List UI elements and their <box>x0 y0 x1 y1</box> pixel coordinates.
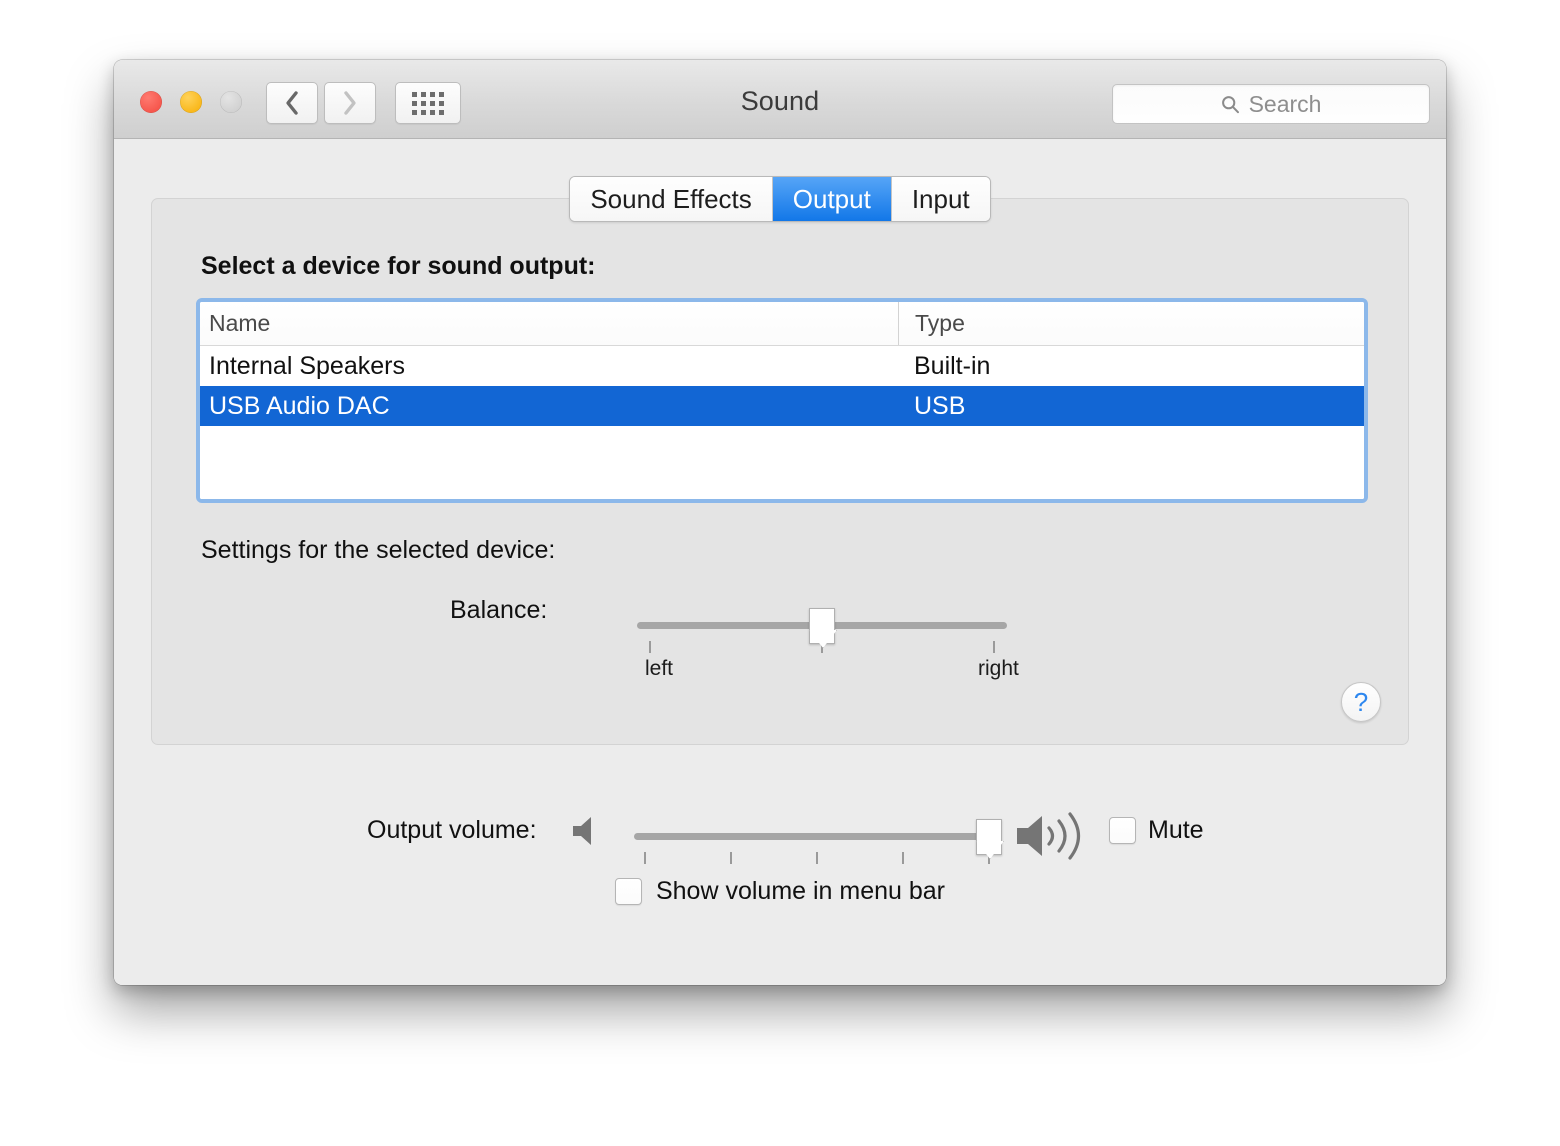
search-icon <box>1221 95 1239 113</box>
window-content: Sound Effects Output Input Select a devi… <box>114 139 1446 985</box>
cell-device-name: USB Audio DAC <box>209 391 390 420</box>
window-titlebar: Sound Search <box>114 60 1446 139</box>
balance-slider-thumb[interactable] <box>809 608 835 644</box>
output-volume-label: Output volume: <box>367 816 537 844</box>
tab-output[interactable]: Output <box>772 177 892 221</box>
speaker-loud-icon <box>1017 812 1081 860</box>
show-volume-row: Show volume in menu bar <box>114 877 1446 906</box>
volume-tick-75 <box>902 852 904 864</box>
tab-sound-effects[interactable]: Sound Effects <box>570 177 773 221</box>
balance-slider[interactable] <box>637 608 1007 653</box>
cell-device-type: Built-in <box>914 351 991 380</box>
output-volume-slider[interactable] <box>634 819 1002 864</box>
mute-label: Mute <box>1148 816 1204 844</box>
show-volume-label: Show volume in menu bar <box>655 877 946 905</box>
table-row[interactable]: Internal Speakers Built-in <box>200 346 1364 386</box>
sound-preferences-window: Sound Search Sound Effects Output Input … <box>114 60 1446 985</box>
cell-device-name: Internal Speakers <box>209 351 405 380</box>
output-volume-thumb[interactable] <box>976 819 1002 855</box>
balance-right-label: right <box>978 657 1019 680</box>
device-table-body: Name Type Internal Speakers Built-in USB… <box>200 302 1364 499</box>
tab-bar: Sound Effects Output Input <box>114 176 1446 222</box>
show-volume-checkbox[interactable] <box>614 878 642 905</box>
balance-tick-right <box>993 641 995 653</box>
show-volume-checkbox-row[interactable]: Show volume in menu bar <box>614 877 946 906</box>
balance-label: Balance: <box>450 596 548 624</box>
mute-checkbox-row[interactable]: Mute <box>1109 816 1204 845</box>
output-settings-panel: Select a device for sound output: Name T… <box>151 198 1409 745</box>
search-placeholder: Search <box>1248 90 1322 117</box>
volume-tick-0 <box>644 852 646 864</box>
volume-tick-25 <box>730 852 732 864</box>
table-empty-area <box>200 426 1364 499</box>
column-header-type[interactable]: Type <box>898 302 1364 345</box>
tab-input[interactable]: Input <box>891 177 990 221</box>
balance-left-label: left <box>645 657 674 680</box>
mute-checkbox[interactable] <box>1109 817 1136 844</box>
settings-heading: Settings for the selected device: <box>201 536 556 564</box>
tab-group: Sound Effects Output Input <box>569 176 991 222</box>
table-row[interactable]: USB Audio DAC USB <box>200 386 1364 426</box>
output-volume-track <box>634 833 998 840</box>
device-table-header: Name Type <box>200 302 1364 346</box>
device-table[interactable]: Name Type Internal Speakers Built-in USB… <box>196 298 1368 503</box>
speaker-quiet-icon <box>573 817 591 845</box>
balance-control-row: Balance: left right <box>152 591 1408 681</box>
volume-tick-50 <box>816 852 818 864</box>
column-header-name[interactable]: Name <box>200 302 898 345</box>
cell-device-type: USB <box>914 391 966 420</box>
output-volume-row: Output volume: Mute <box>114 806 1446 876</box>
balance-tick-left <box>649 641 651 653</box>
search-field[interactable]: Search <box>1112 84 1430 124</box>
help-button[interactable]: ? <box>1341 682 1381 722</box>
device-list-heading: Select a device for sound output: <box>201 252 596 280</box>
